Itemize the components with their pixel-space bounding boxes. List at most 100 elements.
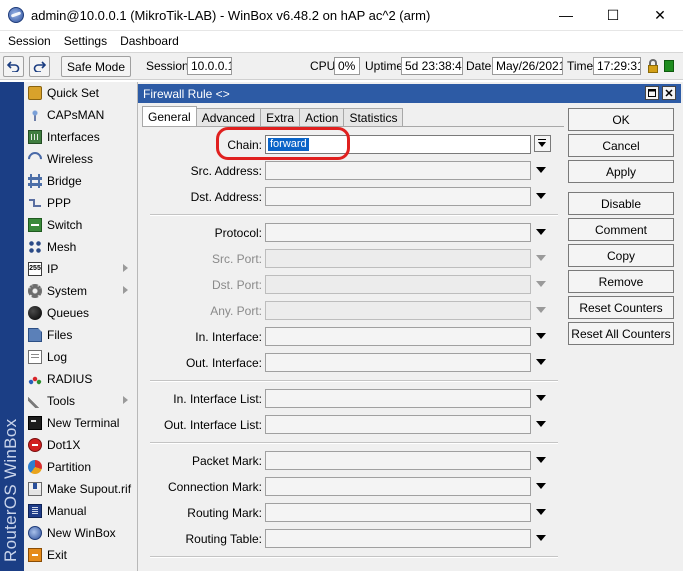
protocol-label: Protocol: bbox=[214, 226, 262, 240]
sidebar-item-label: System bbox=[47, 284, 88, 298]
sidebar-item-ppp[interactable]: PPP bbox=[24, 192, 137, 214]
safe-mode-button[interactable]: Safe Mode bbox=[61, 56, 131, 77]
menu-settings[interactable]: Settings bbox=[64, 34, 107, 48]
close-window-button[interactable] bbox=[662, 86, 676, 100]
quickset-icon bbox=[28, 86, 42, 100]
sidebar-item-label: Tools bbox=[47, 394, 76, 408]
packet-mark-field[interactable] bbox=[265, 451, 531, 470]
sidebar-item-log[interactable]: Log bbox=[24, 346, 137, 368]
out-interface-field[interactable] bbox=[265, 353, 531, 372]
chain-dropdown-button[interactable] bbox=[534, 135, 551, 152]
redo-button[interactable] bbox=[29, 56, 50, 77]
maximize-button[interactable]: ☐ bbox=[590, 0, 636, 30]
close-button[interactable]: ✕ bbox=[637, 0, 683, 30]
general-tab-panel: Chain: forward Src. Address: Dst. Addres… bbox=[142, 126, 564, 571]
copy-button[interactable]: Copy bbox=[568, 244, 674, 267]
sidebar-item-label: Quick Set bbox=[47, 86, 100, 100]
comment-button[interactable]: Comment bbox=[568, 218, 674, 241]
sidebar-item-ip[interactable]: 255 IP bbox=[24, 258, 137, 280]
out-interface-row: Out. Interface: bbox=[142, 353, 564, 373]
sidebar-item-files[interactable]: Files bbox=[24, 324, 137, 346]
sidebar-item-interfaces[interactable]: Interfaces bbox=[24, 126, 137, 148]
routing-mark-field[interactable] bbox=[265, 503, 531, 522]
reset-all-counters-button[interactable]: Reset All Counters bbox=[568, 322, 674, 345]
out-interface-dropdown-icon[interactable] bbox=[536, 359, 546, 365]
files-icon bbox=[28, 328, 42, 342]
submenu-arrow-icon bbox=[123, 396, 128, 404]
packet-mark-dropdown-icon[interactable] bbox=[536, 457, 546, 463]
tab-extra[interactable]: Extra bbox=[260, 108, 301, 126]
sidebar-item-capsman[interactable]: CAPsMAN bbox=[24, 104, 137, 126]
sidebar-item-tools[interactable]: Tools bbox=[24, 390, 137, 412]
out-interface-list-label: Out. Interface List: bbox=[163, 418, 262, 432]
routing-mark-row: Routing Mark: bbox=[142, 503, 564, 523]
protocol-dropdown-icon[interactable] bbox=[536, 229, 546, 235]
out-interface-list-field[interactable] bbox=[265, 415, 531, 434]
sidebar-item-manual[interactable]: Manual bbox=[24, 500, 137, 522]
dst-address-field[interactable] bbox=[265, 187, 531, 206]
routing-table-dropdown-icon[interactable] bbox=[536, 535, 546, 541]
connection-mark-field[interactable] bbox=[265, 477, 531, 496]
routing-table-field[interactable] bbox=[265, 529, 531, 548]
in-interface-field[interactable] bbox=[265, 327, 531, 346]
in-interface-list-dropdown-icon[interactable] bbox=[536, 395, 546, 401]
sidebar-item-partition[interactable]: Partition bbox=[24, 456, 137, 478]
restore-icon bbox=[648, 89, 656, 97]
undo-button[interactable] bbox=[3, 56, 24, 77]
apply-button[interactable]: Apply bbox=[568, 160, 674, 183]
firewall-rule-titlebar[interactable]: Firewall Rule <> bbox=[138, 84, 681, 103]
sidebar-item-dot1x[interactable]: Dot1X bbox=[24, 434, 137, 456]
protocol-field[interactable] bbox=[265, 223, 531, 242]
sidebar-item-make-supout[interactable]: Make Supout.rif bbox=[24, 478, 137, 500]
sidebar-item-new-winbox[interactable]: New WinBox bbox=[24, 522, 137, 544]
supout-icon bbox=[28, 482, 42, 496]
sidebar-item-radius[interactable]: RADIUS bbox=[24, 368, 137, 390]
system-icon bbox=[28, 284, 42, 298]
tab-action[interactable]: Action bbox=[299, 108, 345, 126]
cancel-button[interactable]: Cancel bbox=[568, 134, 674, 157]
sidebar-item-bridge[interactable]: Bridge bbox=[24, 170, 137, 192]
minimize-button[interactable]: — bbox=[543, 0, 589, 30]
connection-mark-dropdown-icon[interactable] bbox=[536, 483, 546, 489]
sidebar-item-exit[interactable]: Exit bbox=[24, 544, 137, 566]
out-interface-label: Out. Interface: bbox=[185, 356, 262, 370]
out-interface-list-dropdown-icon[interactable] bbox=[536, 421, 546, 427]
tab-statistics[interactable]: Statistics bbox=[343, 108, 404, 126]
undo-icon bbox=[7, 61, 20, 72]
routing-mark-dropdown-icon[interactable] bbox=[536, 509, 546, 515]
sidebar-item-switch[interactable]: Switch bbox=[24, 214, 137, 236]
sidebar-item-quick-set[interactable]: Quick Set bbox=[24, 82, 137, 104]
capsman-icon bbox=[28, 108, 42, 122]
ok-button[interactable]: OK bbox=[568, 108, 674, 131]
sidebar-item-system[interactable]: System bbox=[24, 280, 137, 302]
sidebar-item-label: Bridge bbox=[47, 174, 82, 188]
sidebar-item-label: PPP bbox=[47, 196, 72, 210]
sidebar-item-new-terminal[interactable]: New Terminal bbox=[24, 412, 137, 434]
chain-field[interactable]: forward bbox=[265, 135, 531, 154]
brand-strip: RouterOS WinBox bbox=[0, 82, 24, 571]
remove-button[interactable]: Remove bbox=[568, 270, 674, 293]
tab-general[interactable]: General bbox=[142, 106, 197, 126]
dst-address-dropdown-icon[interactable] bbox=[536, 193, 546, 199]
bridge-icon bbox=[28, 174, 42, 188]
reset-counters-button[interactable]: Reset Counters bbox=[568, 296, 674, 319]
sidebar-item-queues[interactable]: Queues bbox=[24, 302, 137, 324]
menu-session[interactable]: Session bbox=[8, 34, 51, 48]
tab-advanced[interactable]: Advanced bbox=[195, 108, 262, 126]
lock-icon[interactable] bbox=[648, 59, 658, 73]
src-address-dropdown-icon[interactable] bbox=[536, 167, 546, 173]
restore-window-button[interactable] bbox=[645, 86, 659, 100]
in-interface-dropdown-icon[interactable] bbox=[536, 333, 546, 339]
src-address-field[interactable] bbox=[265, 161, 531, 180]
disable-button[interactable]: Disable bbox=[568, 192, 674, 215]
any-port-field bbox=[265, 301, 531, 320]
any-port-label: Any. Port: bbox=[210, 304, 262, 318]
sidebar-item-mesh[interactable]: Mesh bbox=[24, 236, 137, 258]
in-interface-list-field[interactable] bbox=[265, 389, 531, 408]
sidebar-item-wireless[interactable]: Wireless bbox=[24, 148, 137, 170]
wireless-icon bbox=[25, 149, 45, 169]
terminal-icon bbox=[28, 416, 42, 430]
dst-port-field bbox=[265, 275, 531, 294]
maximize-icon: ☐ bbox=[606, 6, 620, 23]
menu-dashboard[interactable]: Dashboard bbox=[120, 34, 179, 48]
